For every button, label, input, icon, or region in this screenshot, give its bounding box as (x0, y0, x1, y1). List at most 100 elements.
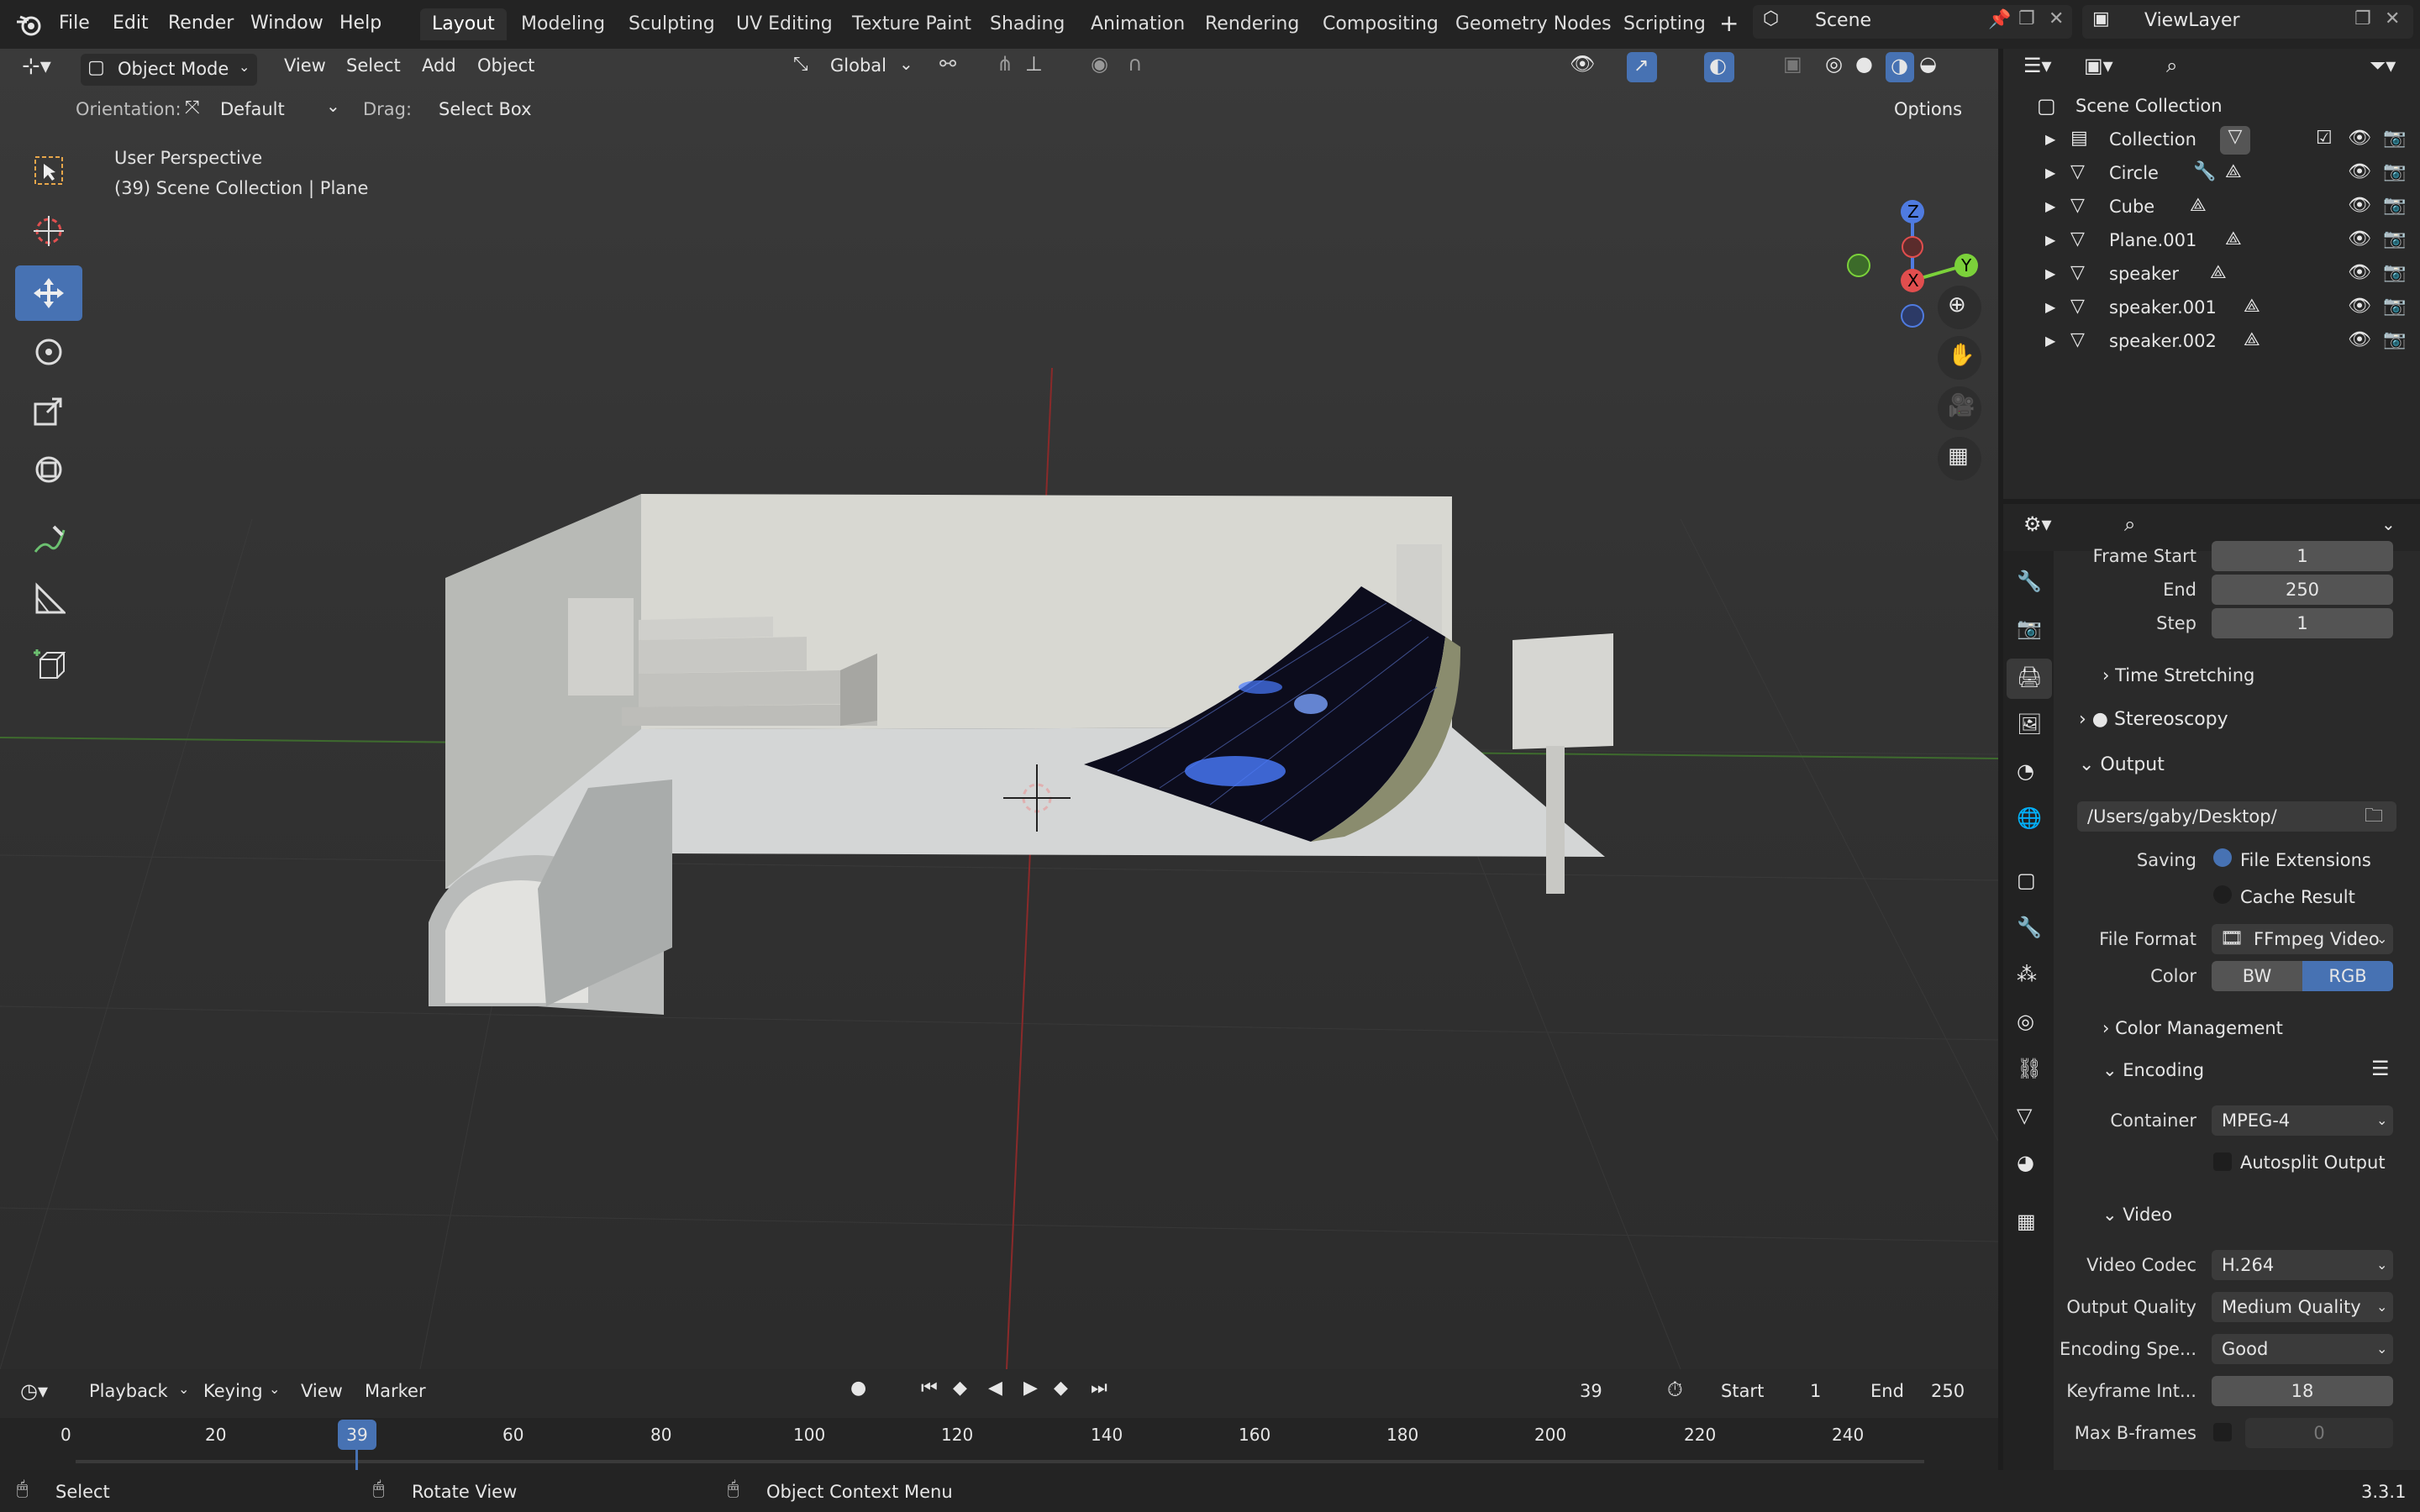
zoom-button[interactable]: ⊕ (1938, 286, 1981, 329)
outliner-item-cube[interactable]: ▶ ▽ Cube ⟁ 👁 📷 (2003, 192, 2420, 225)
properties-editor-icon[interactable]: ⚙▾ (2023, 512, 2052, 536)
add-workspace-icon[interactable]: + (1719, 8, 1739, 39)
material-tab-icon[interactable]: ◕ (2017, 1151, 2034, 1174)
outliner-item-speaker-001[interactable]: ▶ ▽ speaker.001 ⟁ 👁 📷 (2003, 292, 2420, 326)
texture-tab-icon[interactable]: ▦ (2017, 1210, 2036, 1233)
view-layer-tab-icon[interactable]: 🖼 (2017, 712, 2042, 736)
modifier-tab-icon[interactable]: 🔧 (2017, 916, 2042, 939)
timeline[interactable]: ◷▾ Playback ⌄ Keying ⌄ View Marker ● ⏮ ◆… (0, 1369, 1998, 1470)
frame-step-field[interactable]: 1 (2212, 608, 2393, 638)
end-field[interactable]: 250 (1931, 1381, 1965, 1401)
max-bframes-checkbox[interactable] (2213, 1423, 2232, 1441)
menu-help[interactable]: Help (339, 8, 381, 39)
timeline-ruler[interactable]: 0 20 39 60 80 100 120 140 160 180 200 22… (0, 1418, 1998, 1470)
display-mode-icon[interactable]: ▣▾ (2084, 54, 2113, 77)
jump-end-icon[interactable]: ⏭ (1091, 1378, 1107, 1399)
tab-animation[interactable]: Animation (1079, 8, 1197, 40)
encoding-panel[interactable]: ⌄ Encoding (2102, 1060, 2204, 1080)
file-extensions-checkbox[interactable] (2213, 848, 2232, 867)
eye-icon[interactable]: 👁 (2348, 329, 2371, 350)
data-tab-icon[interactable]: ▽ (2017, 1104, 2032, 1127)
ortho-button[interactable]: ▦ (1938, 437, 1981, 480)
timeline-editor-icon[interactable]: ◷▾ (20, 1379, 48, 1403)
outliner-item-speaker-002[interactable]: ▶ ▽ speaker.002 ⟁ 👁 📷 (2003, 326, 2420, 360)
falloff-icon[interactable]: ∩ (1128, 52, 1143, 76)
solid-shading-icon[interactable]: ● (1855, 52, 1873, 76)
rendered-shading-icon[interactable]: ◒ (1919, 52, 1937, 76)
gizmo-toggle[interactable]: ↗ (1627, 52, 1657, 82)
world-tab-icon[interactable]: 🌐 (2017, 806, 2042, 830)
pan-button[interactable]: ✋ (1938, 336, 1981, 380)
visibility-icon[interactable]: 👁 (1570, 52, 1595, 76)
tab-texture-paint[interactable]: Texture Paint (840, 8, 983, 40)
stereoscopy-panel[interactable]: › ● Stereoscopy (2079, 709, 2228, 730)
render-camera-icon[interactable]: 📷 (2383, 329, 2406, 350)
timeline-scrollbar[interactable] (76, 1460, 1924, 1463)
move-tool[interactable] (15, 265, 82, 321)
expand-icon[interactable]: ▶ (2045, 165, 2055, 181)
expand-icon[interactable]: ▶ (2045, 265, 2055, 281)
menu-object[interactable]: Object (477, 55, 534, 76)
stopwatch-icon[interactable]: ⏱ (1667, 1378, 1683, 1401)
autosplit-checkbox[interactable] (2213, 1152, 2232, 1171)
search-icon[interactable]: ⌕ (2124, 512, 2135, 536)
eye-icon[interactable]: 👁 (2348, 228, 2371, 249)
object-tab-icon[interactable]: ▢ (2017, 869, 2036, 892)
transform-orientation[interactable]: Global (830, 55, 886, 76)
output-panel[interactable]: ⌄ Output (2079, 754, 2165, 775)
scene-tab-icon[interactable]: ◔ (2017, 759, 2034, 783)
eye-icon[interactable]: 👁 (2348, 161, 2371, 182)
menu-select[interactable]: Select (346, 55, 401, 76)
output-path-field[interactable]: /Users/gaby/Desktop/ 🗀 (2077, 801, 2396, 832)
filter-icon[interactable]: ⏷▾ (2370, 54, 2396, 77)
render-camera-icon[interactable]: 📷 (2383, 161, 2406, 182)
close-layer-icon[interactable]: ✕ (2385, 8, 2400, 29)
tab-rendering[interactable]: Rendering (1193, 8, 1311, 40)
neg-x-axis-icon[interactable] (1902, 236, 1923, 258)
expand-icon[interactable]: ▶ (2045, 131, 2055, 147)
outliner-item-circle[interactable]: ▶ ▽ Circle 🔧 ⟁ 👁 📷 (2003, 158, 2420, 192)
render-camera-icon[interactable]: 📷 (2383, 195, 2406, 216)
menu-keying[interactable]: Keying (203, 1381, 263, 1401)
time-stretching-panel[interactable]: › Time Stretching (2102, 665, 2254, 685)
search-icon[interactable]: ⌕ (2166, 54, 2177, 77)
jump-start-icon[interactable]: ⏮ (921, 1378, 938, 1399)
record-icon[interactable]: ● (850, 1378, 866, 1399)
properties-editor[interactable]: ⚙▾ ⌕ ⌄ 🔧 📷 🖨 🖼 ◔ 🌐 ▢ 🔧 ⁂ ◎ ⛓ ▽ ◕ ▦ Frame… (2003, 504, 2420, 1470)
xray-icon[interactable]: ▣ (1783, 52, 1802, 76)
outliner-editor-icon[interactable]: ☰▾ (2023, 54, 2052, 77)
output-quality-select[interactable]: Medium Quality ⌄ (2212, 1292, 2393, 1322)
neg-y-axis-icon[interactable] (1847, 254, 1870, 277)
tab-scripting[interactable]: Scripting (1612, 8, 1718, 40)
color-bw-button[interactable]: BW (2212, 961, 2302, 991)
select-box-tool[interactable] (15, 143, 82, 198)
eye-icon[interactable]: 👁 (2348, 262, 2371, 283)
neg-z-axis-icon[interactable] (1901, 304, 1924, 328)
scale-tool[interactable] (15, 383, 82, 438)
physics-tab-icon[interactable]: ◎ (2017, 1010, 2034, 1033)
playhead[interactable]: 39 (338, 1420, 376, 1450)
constraints-tab-icon[interactable]: ⛓ (2017, 1057, 2042, 1080)
expand-icon[interactable]: ▶ (2045, 333, 2055, 349)
blender-logo-icon[interactable] (15, 12, 42, 37)
measure-tool[interactable] (15, 571, 82, 627)
tab-uv-editing[interactable]: UV Editing (724, 8, 844, 40)
output-tab[interactable]: 🖨 (2007, 659, 2052, 699)
camera-button[interactable]: 🎥 (1938, 386, 1981, 430)
proportional-edit-icon[interactable]: ◉ (1091, 52, 1108, 76)
cursor-tool[interactable] (15, 203, 82, 259)
menu-marker[interactable]: Marker (365, 1381, 426, 1401)
play-reverse-icon[interactable]: ◀ (988, 1378, 1002, 1399)
presets-list-icon[interactable]: ☰ (2371, 1057, 2390, 1080)
file-format-select[interactable]: 🎞 FFmpeg Video ⌄ (2212, 924, 2393, 954)
snap-target-icon[interactable]: ⊥ (1025, 52, 1043, 76)
pin-icon[interactable]: 📌 (1988, 9, 2011, 30)
eye-icon[interactable]: 👁 (2348, 296, 2371, 317)
menu-playback[interactable]: Playback (89, 1381, 168, 1401)
folder-icon[interactable]: 🗀 (2365, 801, 2383, 832)
expand-icon[interactable]: ▶ (2045, 232, 2055, 248)
tab-modeling[interactable]: Modeling (509, 8, 617, 40)
view-layer-selector[interactable]: ▣ ViewLayer ❐ ✕ (2082, 5, 2413, 39)
menu-view[interactable]: View (284, 55, 326, 76)
3d-viewport[interactable]: ⊹▾ ▢ Object Mode ⌄ View Select Add Objec… (0, 49, 1998, 1369)
